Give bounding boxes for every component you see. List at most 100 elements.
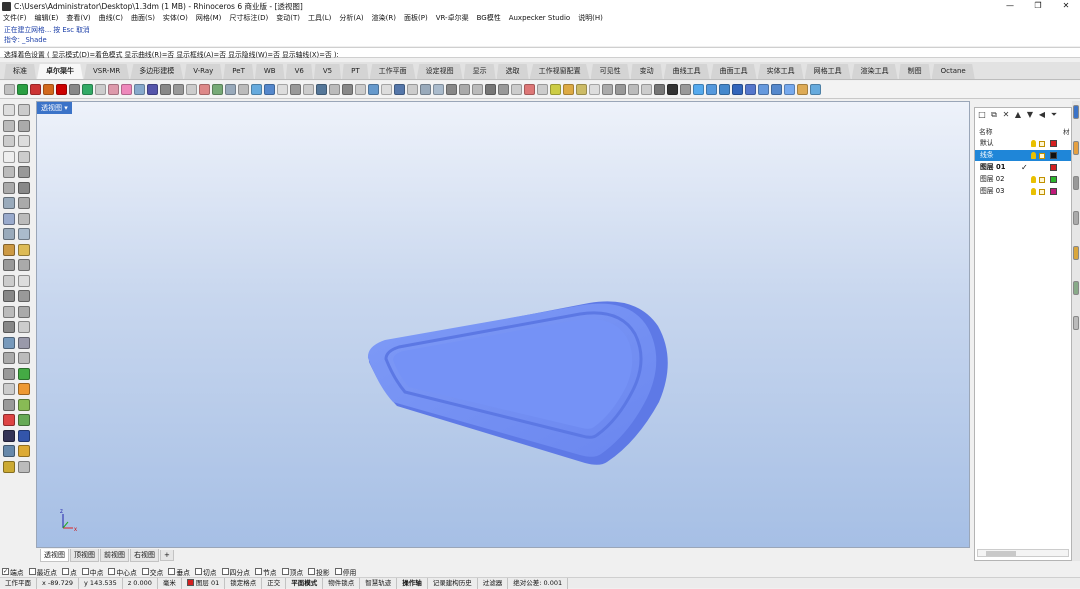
menu-item[interactable]: BG模性 — [477, 13, 501, 23]
toolbar-command-icon[interactable] — [511, 84, 522, 95]
osnap-option[interactable]: 交点 — [141, 567, 163, 577]
toolbar-command-icon[interactable] — [368, 84, 379, 95]
move-down-icon[interactable]: ▼ — [1025, 110, 1035, 120]
osnap-option[interactable]: ✓ 端点 — [2, 567, 24, 577]
toolbar-command-icon[interactable] — [43, 84, 54, 95]
toolbar-tab[interactable]: V6 — [285, 64, 313, 79]
osnap-checkbox[interactable] — [141, 568, 149, 575]
osnap-checkbox[interactable]: ✓ — [2, 568, 9, 575]
left-tool-icon[interactable] — [3, 197, 15, 209]
osnap-option[interactable]: 点 — [61, 567, 77, 577]
toolbar-command-icon[interactable] — [30, 84, 41, 95]
left-tool-icon[interactable] — [18, 228, 30, 240]
osnap-option[interactable]: 中点 — [81, 567, 103, 577]
layer-color-swatch[interactable] — [1050, 140, 1057, 147]
left-tool-icon[interactable] — [18, 166, 30, 178]
left-tool-icon[interactable] — [3, 166, 15, 178]
layer-color-swatch[interactable] — [1050, 152, 1057, 159]
layers-tab-icon[interactable] — [1073, 105, 1079, 119]
toolbar-command-icon[interactable] — [381, 84, 392, 95]
left-tool-icon[interactable] — [3, 228, 15, 240]
viewport-tab[interactable]: 前视图 — [100, 548, 129, 562]
toolbar-command-icon[interactable] — [641, 84, 652, 95]
toolbar-tab[interactable]: 设定视图 — [416, 64, 463, 79]
maximize-button[interactable]: ❐ — [1024, 0, 1052, 12]
toolbar-command-icon[interactable] — [524, 84, 535, 95]
lock-icon[interactable] — [1039, 141, 1045, 147]
toolbar-tab[interactable]: V-Ray — [184, 64, 223, 79]
toolbar-command-icon[interactable] — [472, 84, 483, 95]
toolbar-command-icon[interactable] — [693, 84, 704, 95]
layer-name[interactable]: 默认 — [980, 138, 1030, 149]
toolbar-tab[interactable]: PeT — [223, 64, 254, 79]
layer-color-swatch[interactable] — [1050, 176, 1057, 183]
left-tool-icon[interactable] — [3, 367, 15, 380]
left-tool-icon[interactable] — [18, 181, 30, 194]
osnap-option[interactable]: 四分点 — [221, 567, 250, 577]
toolbar-command-icon[interactable] — [173, 84, 184, 95]
toolbar-command-icon[interactable] — [420, 84, 431, 95]
toolbar-command-icon[interactable] — [732, 84, 743, 95]
status-toggle[interactable]: 过滤器 — [478, 577, 509, 589]
menu-item[interactable]: 分析(A) — [339, 13, 363, 23]
left-tool-icon[interactable] — [3, 135, 15, 147]
menu-item[interactable]: 尺寸标注(D) — [229, 13, 268, 23]
menu-item[interactable]: 查看(V) — [66, 13, 90, 23]
status-toggle[interactable]: 智慧轨迹 — [360, 577, 398, 589]
left-tool-icon[interactable] — [3, 383, 15, 395]
left-tool-icon[interactable] — [3, 398, 15, 411]
toolbar-tab[interactable]: 渲染工具 — [851, 64, 898, 79]
move-up-icon[interactable]: ▲ — [1013, 110, 1023, 120]
left-tool-icon[interactable] — [18, 243, 30, 256]
osnap-checkbox[interactable] — [61, 568, 69, 575]
perspective-viewport[interactable]: 透视图 ▾ x z — [36, 101, 970, 548]
toolbar-command-icon[interactable] — [303, 84, 314, 95]
osnap-checkbox[interactable] — [221, 568, 229, 575]
toolbar-command-icon[interactable] — [446, 84, 457, 95]
left-tool-icon[interactable] — [3, 212, 15, 225]
left-tool-icon[interactable] — [3, 181, 15, 194]
left-tool-icon[interactable] — [18, 398, 30, 411]
toolbar-tab[interactable]: PT — [342, 64, 369, 79]
left-tool-icon[interactable] — [3, 414, 15, 426]
toolbar-command-icon[interactable] — [485, 84, 496, 95]
toolbar-command-icon[interactable] — [82, 84, 93, 95]
left-tool-icon[interactable] — [3, 352, 15, 364]
toolbar-tab[interactable]: 制图 — [898, 64, 931, 79]
osnap-option[interactable]: 顶点 — [281, 567, 303, 577]
menu-item[interactable]: 工具(L) — [308, 13, 331, 23]
toolbar-command-icon[interactable] — [667, 84, 678, 95]
toolbar-command-icon[interactable] — [225, 84, 236, 95]
left-tool-icon[interactable] — [18, 383, 30, 395]
toolbar-command-icon[interactable] — [537, 84, 548, 95]
lightbulb-icon[interactable] — [1031, 140, 1036, 147]
left-tool-icon[interactable] — [18, 135, 30, 147]
osnap-checkbox[interactable] — [281, 568, 289, 575]
toolbar-command-icon[interactable] — [550, 84, 561, 95]
toolbar-command-icon[interactable] — [784, 84, 795, 95]
toolbar-command-icon[interactable] — [264, 84, 275, 95]
toolbar-tab[interactable]: 选取 — [496, 64, 529, 79]
left-tool-icon[interactable] — [3, 259, 15, 271]
lightbulb-icon[interactable] — [1031, 188, 1036, 195]
toolbar-command-icon[interactable] — [290, 84, 301, 95]
left-tool-icon[interactable] — [18, 414, 30, 426]
filter-left-icon[interactable]: ◀ — [1037, 110, 1047, 120]
current-layer-check-icon[interactable]: ✓ — [1021, 162, 1028, 173]
toolbar-tab[interactable]: 可见性 — [590, 64, 630, 79]
menu-item[interactable]: 曲线(C) — [99, 13, 123, 23]
menu-item[interactable]: Auxpecker Studio — [509, 14, 570, 22]
toolbar-tab[interactable]: 曲线工具 — [663, 64, 710, 79]
menu-item[interactable]: 变动(T) — [276, 13, 300, 23]
left-tool-icon[interactable] — [18, 445, 30, 457]
lock-icon[interactable] — [1039, 153, 1045, 159]
render-tab-icon[interactable] — [1073, 246, 1079, 260]
named-views-tab-icon[interactable] — [1073, 316, 1079, 330]
left-tool-icon[interactable] — [3, 119, 15, 132]
delete-layer-icon[interactable]: ✕ — [1001, 110, 1011, 120]
minimize-button[interactable]: — — [996, 0, 1024, 12]
menu-item[interactable]: 编辑(E) — [35, 13, 59, 23]
left-tool-icon[interactable] — [18, 212, 30, 225]
toolbar-command-icon[interactable] — [108, 84, 119, 95]
toolbar-command-icon[interactable] — [758, 84, 769, 95]
